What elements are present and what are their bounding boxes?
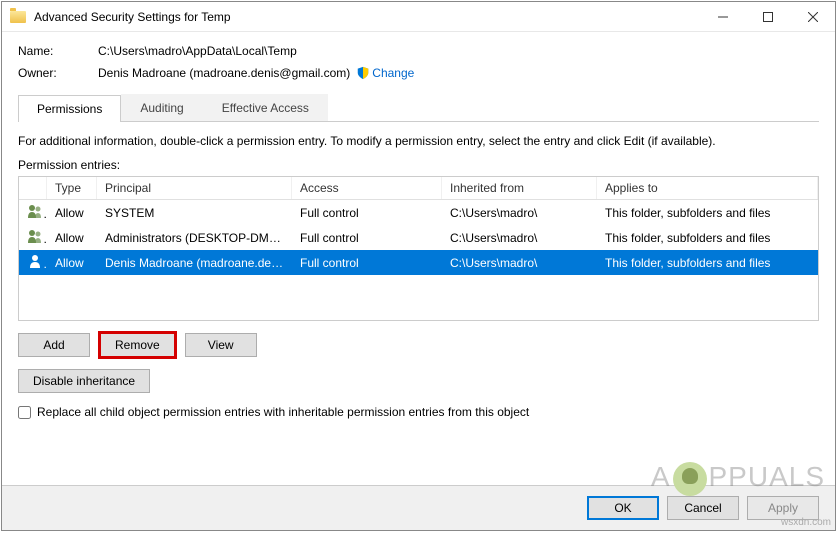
cancel-button[interactable]: Cancel	[667, 496, 739, 520]
cell-principal: Denis Madroane (madroane.deni...	[97, 252, 292, 274]
tabs: Permissions Auditing Effective Access	[18, 94, 819, 122]
grid-header: Type Principal Access Inherited from App…	[19, 177, 818, 200]
close-icon	[808, 12, 818, 22]
replace-checkbox-label: Replace all child object permission entr…	[37, 405, 529, 419]
col-access[interactable]: Access	[292, 177, 442, 199]
entries-label: Permission entries:	[18, 158, 819, 172]
cell-access: Full control	[292, 202, 442, 224]
name-row: Name: C:\Users\madro\AppData\Local\Temp	[18, 44, 819, 58]
ok-button[interactable]: OK	[587, 496, 659, 520]
cell-inherited: C:\Users\madro\	[442, 202, 597, 224]
replace-checkbox[interactable]	[18, 406, 31, 419]
grid-body: AllowSYSTEMFull controlC:\Users\madro\Th…	[19, 200, 818, 275]
permission-grid: Type Principal Access Inherited from App…	[18, 176, 819, 321]
user-icon	[19, 250, 47, 275]
cell-access: Full control	[292, 227, 442, 249]
table-row[interactable]: AllowAdministrators (DESKTOP-DMO...Full …	[19, 225, 818, 250]
cell-inherited: C:\Users\madro\	[442, 252, 597, 274]
name-label: Name:	[18, 44, 98, 58]
minimize-icon	[718, 12, 728, 22]
tab-auditing[interactable]: Auditing	[121, 94, 202, 121]
minimize-button[interactable]	[700, 2, 745, 31]
apply-button: Apply	[747, 496, 819, 520]
replace-checkbox-row: Replace all child object permission entr…	[18, 405, 819, 419]
folder-icon	[10, 11, 26, 23]
owner-label: Owner:	[18, 66, 98, 80]
tab-permissions[interactable]: Permissions	[18, 95, 121, 122]
cell-principal: Administrators (DESKTOP-DMO...	[97, 227, 292, 249]
cell-type: Allow	[47, 202, 97, 224]
disable-inheritance-button[interactable]: Disable inheritance	[18, 369, 150, 393]
cell-type: Allow	[47, 227, 97, 249]
owner-row: Owner: Denis Madroane (madroane.denis@gm…	[18, 66, 819, 80]
cell-applies: This folder, subfolders and files	[597, 227, 818, 249]
info-text: For additional information, double-click…	[18, 134, 819, 148]
entry-buttons: Add Remove View	[18, 333, 819, 357]
change-owner-link[interactable]: Change	[372, 66, 414, 80]
col-type[interactable]: Type	[47, 177, 97, 199]
shield-icon	[356, 66, 370, 80]
table-row[interactable]: AllowDenis Madroane (madroane.deni...Ful…	[19, 250, 818, 275]
window: Advanced Security Settings for Temp Name…	[1, 1, 836, 531]
col-applies[interactable]: Applies to	[597, 177, 818, 199]
cell-applies: This folder, subfolders and files	[597, 252, 818, 274]
cell-type: Allow	[47, 252, 97, 274]
cell-principal: SYSTEM	[97, 202, 292, 224]
cell-access: Full control	[292, 252, 442, 274]
remove-button[interactable]: Remove	[100, 333, 175, 357]
user-icon	[19, 200, 47, 225]
titlebar: Advanced Security Settings for Temp	[2, 2, 835, 32]
maximize-button[interactable]	[745, 2, 790, 31]
footer-buttons: OK Cancel Apply	[2, 485, 835, 530]
col-inherited[interactable]: Inherited from	[442, 177, 597, 199]
maximize-icon	[763, 12, 773, 22]
owner-value: Denis Madroane (madroane.denis@gmail.com…	[98, 66, 350, 80]
view-button[interactable]: View	[185, 333, 257, 357]
cell-applies: This folder, subfolders and files	[597, 202, 818, 224]
close-button[interactable]	[790, 2, 835, 31]
window-title: Advanced Security Settings for Temp	[34, 10, 700, 24]
table-row[interactable]: AllowSYSTEMFull controlC:\Users\madro\Th…	[19, 200, 818, 225]
content-area: Name: C:\Users\madro\AppData\Local\Temp …	[2, 32, 835, 485]
col-icon[interactable]	[19, 177, 47, 199]
col-principal[interactable]: Principal	[97, 177, 292, 199]
cell-inherited: C:\Users\madro\	[442, 227, 597, 249]
name-value: C:\Users\madro\AppData\Local\Temp	[98, 44, 297, 58]
tab-effective-access[interactable]: Effective Access	[203, 94, 328, 121]
user-icon	[19, 225, 47, 250]
add-button[interactable]: Add	[18, 333, 90, 357]
